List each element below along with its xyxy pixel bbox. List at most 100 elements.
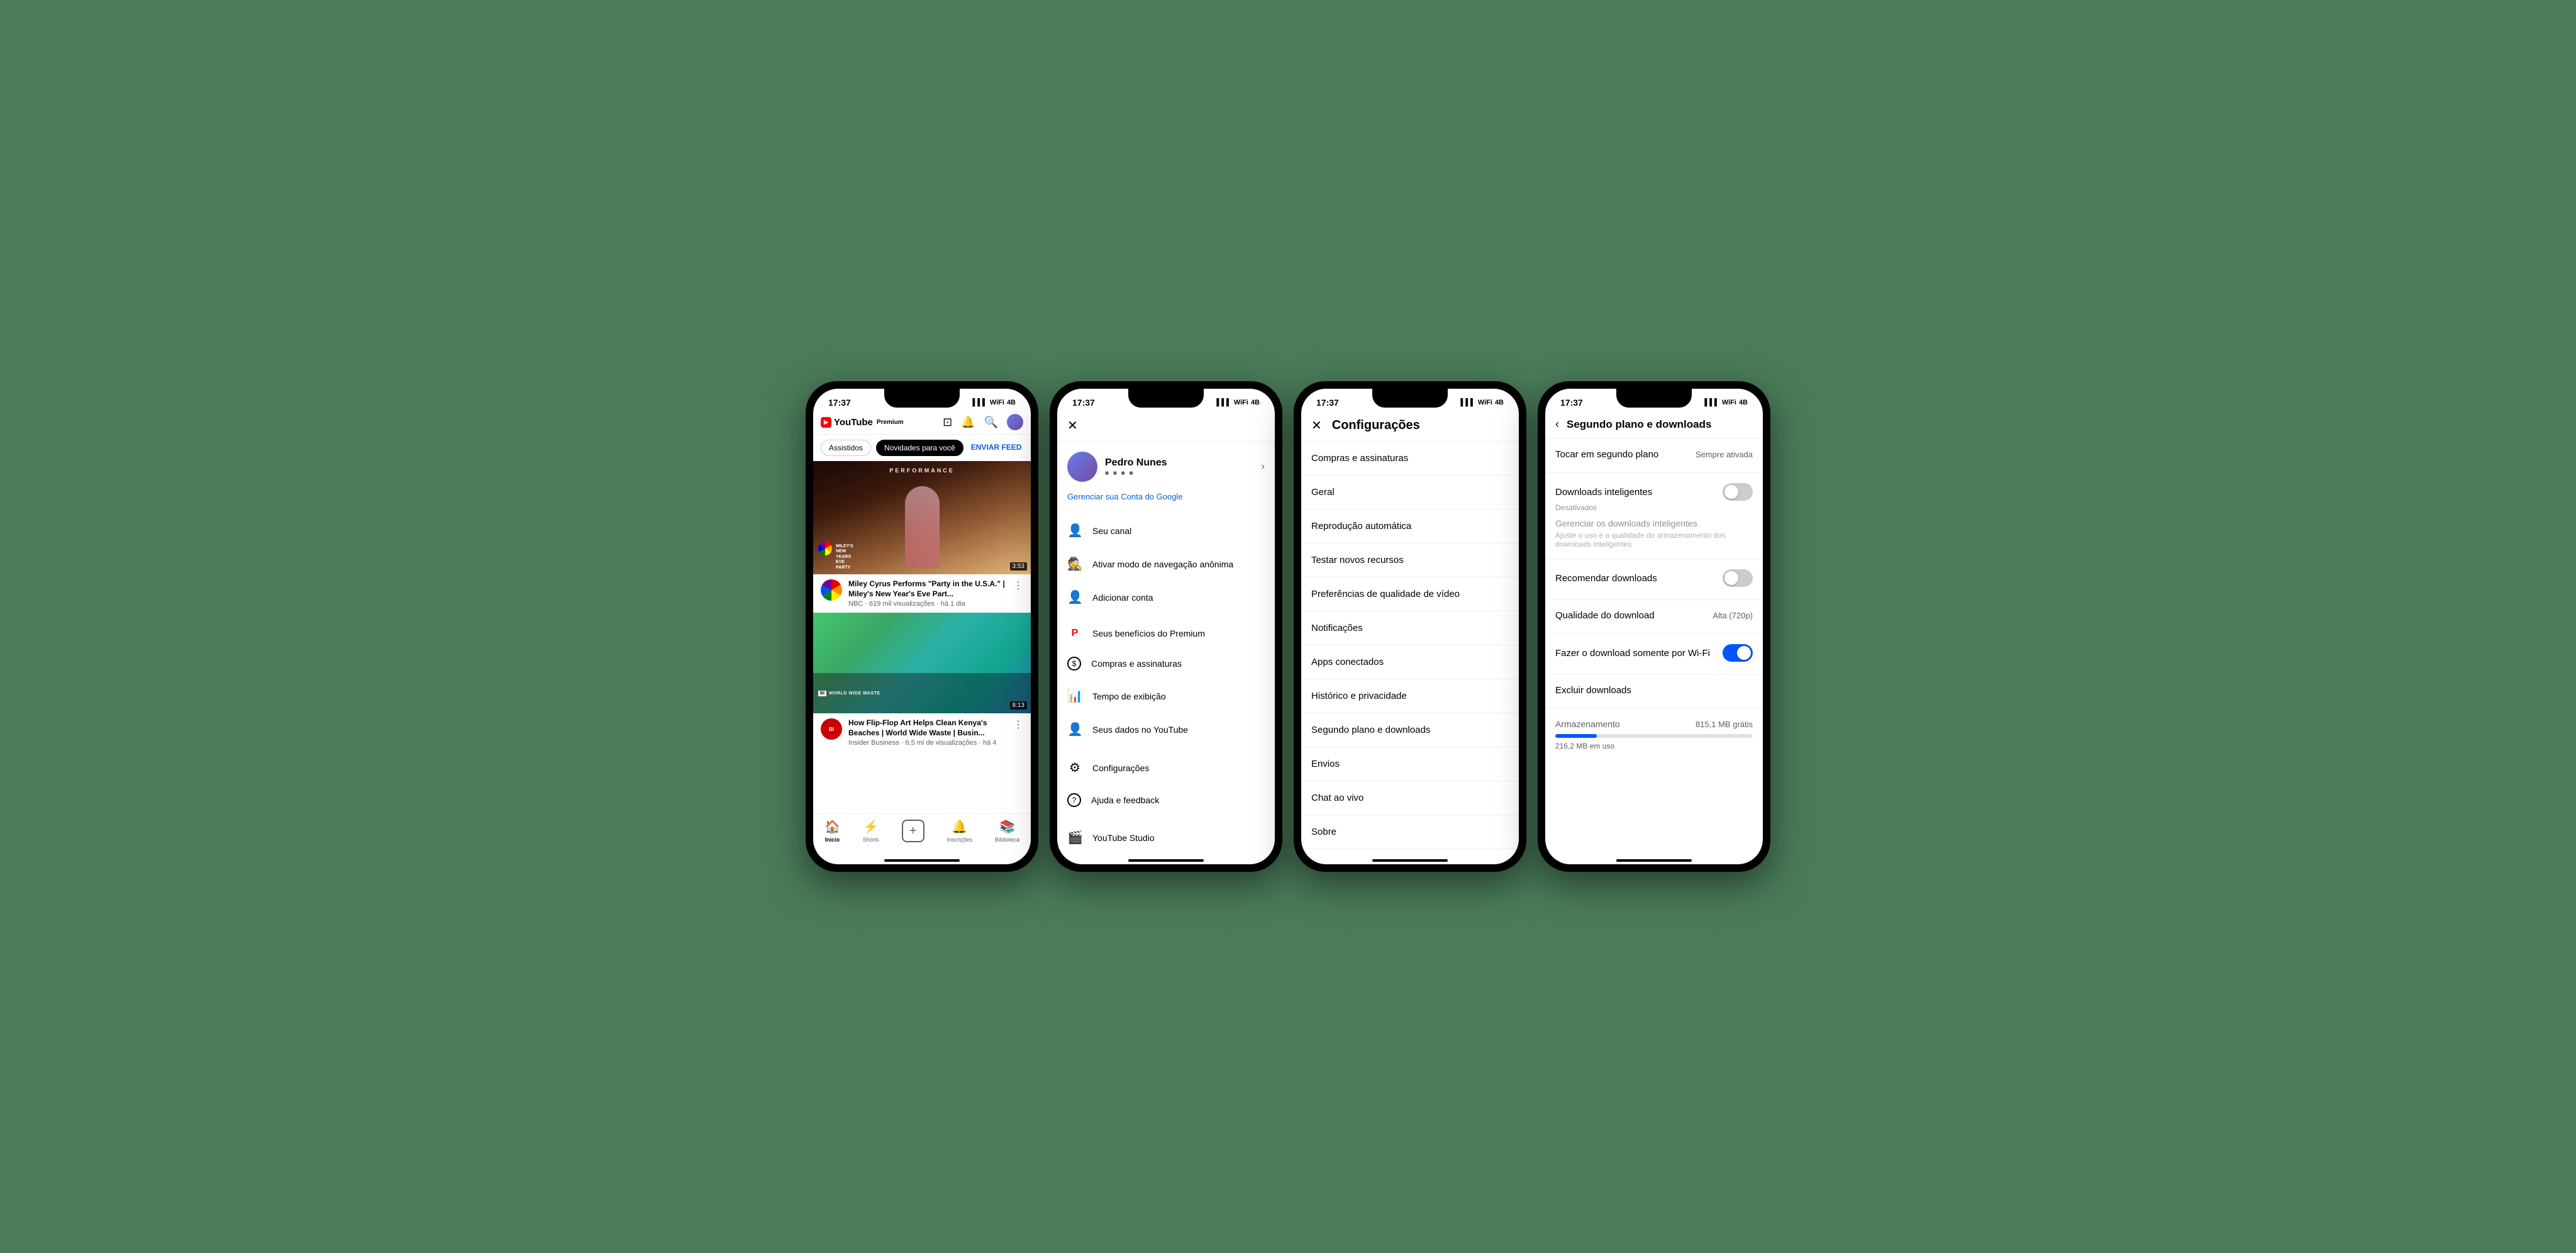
settings-item-purchases[interactable]: Compras e assinaturas bbox=[1301, 442, 1519, 476]
search-icon[interactable]: 🔍 bbox=[984, 416, 998, 429]
menu-item-purchases[interactable]: $ Compras e assinaturas bbox=[1057, 648, 1275, 679]
recommend-downloads-thumb bbox=[1724, 571, 1738, 585]
bg-back-button[interactable]: ‹ bbox=[1555, 418, 1559, 431]
settings-item-background-downloads[interactable]: Segundo plano e downloads bbox=[1301, 713, 1519, 747]
smart-downloads-label: Downloads inteligentes bbox=[1555, 487, 1652, 498]
video-2-thumbnail[interactable]: BI WORLD WIDE WASTE 8:13 bbox=[813, 613, 1031, 713]
menu-item-add-account[interactable]: 👤 Adicionar conta bbox=[1057, 581, 1275, 614]
download-quality-value: Alta (720p) bbox=[1713, 611, 1753, 620]
settings-close-icon[interactable]: ✕ bbox=[1311, 418, 1322, 433]
nav-subscriptions-label: Inscrições bbox=[947, 837, 973, 843]
menu-profile[interactable]: Pedro Nunes ■ ■ ■ ■ › bbox=[1057, 442, 1275, 492]
video-2-more-icon[interactable]: ⋮ bbox=[1013, 718, 1023, 731]
phone-3: 17:37 ▌▌▌ WiFi 4B ✕ Configurações Compra… bbox=[1294, 381, 1526, 872]
battery-icon-3: 4B bbox=[1495, 399, 1504, 406]
menu-item-settings[interactable]: ⚙ Configurações bbox=[1057, 751, 1275, 784]
nbc-branding bbox=[818, 542, 832, 555]
status-icons-1: ▌▌▌ WiFi 4B bbox=[972, 399, 1016, 406]
settings-item-general[interactable]: Geral bbox=[1301, 476, 1519, 510]
notch-4 bbox=[1616, 389, 1692, 408]
chip-novidades[interactable]: Novidades para você bbox=[876, 440, 963, 456]
smart-downloads-sublabel: Desativados bbox=[1555, 503, 1753, 512]
settings-item-live-chat[interactable]: Chat ao vivo bbox=[1301, 781, 1519, 815]
video-2-overlay-text: WORLD WIDE WASTE bbox=[829, 691, 880, 696]
battery-icon-2: 4B bbox=[1251, 399, 1260, 406]
bg-row-download-quality[interactable]: Qualidade do download Alta (720p) bbox=[1545, 600, 1763, 634]
settings-item-about[interactable]: Sobre bbox=[1301, 815, 1519, 849]
play-background-value: Sempre ativada bbox=[1696, 450, 1753, 459]
smart-downloads-toggle[interactable] bbox=[1723, 483, 1753, 501]
bg-row-smart-downloads: Downloads inteligentes Desativados Geren… bbox=[1545, 473, 1763, 559]
video-2-duration: 8:13 bbox=[1010, 701, 1027, 710]
notch-1 bbox=[884, 389, 960, 408]
nbc-channel-avatar[interactable] bbox=[821, 579, 842, 601]
menu-item-premium[interactable]: P Seus benefícios do Premium bbox=[1057, 619, 1275, 648]
bell-icon[interactable]: 🔔 bbox=[961, 416, 975, 429]
nav-library[interactable]: 📚 Biblioteca bbox=[995, 819, 1019, 843]
video-1-sub: NBC · 619 mil visualizações · há 1 dia bbox=[848, 600, 1007, 608]
video-2-meta: How Flip-Flop Art Helps Clean Kenya's Be… bbox=[848, 718, 1007, 747]
settings-item-connected-apps[interactable]: Apps conectados bbox=[1301, 645, 1519, 679]
nav-add[interactable]: + bbox=[902, 820, 924, 842]
yt-bottom-nav: 🏠 Início ⚡ Shorts + 🔔 Inscrições 📚 Bibli… bbox=[813, 813, 1031, 855]
menu-item-watch-time[interactable]: 📊 Tempo de exibição bbox=[1057, 679, 1275, 713]
menu-item-studio[interactable]: 🎬 YouTube Studio bbox=[1057, 821, 1275, 854]
status-time-2: 17:37 bbox=[1072, 398, 1095, 408]
wifi-only-label: Fazer o download somente por Wi-Fi bbox=[1555, 648, 1710, 659]
settings-title: Configurações bbox=[1332, 418, 1420, 433]
menu-label-incognito: Ativar modo de navegação anônima bbox=[1092, 559, 1233, 569]
menu-header: ✕ bbox=[1057, 410, 1275, 442]
yt-hero-thumbnail[interactable]: PERFORMANCE MILEY'S NEW YEARS EVE bbox=[813, 461, 1031, 574]
status-icons-3: ▌▌▌ WiFi 4B bbox=[1460, 399, 1504, 406]
chip-enviar[interactable]: ENVIAR FEED bbox=[969, 440, 1024, 456]
play-background-label: Tocar em segundo plano bbox=[1555, 449, 1658, 460]
menu-item-music[interactable]: 🎵 YouTube Music bbox=[1057, 854, 1275, 855]
menu-item-help[interactable]: ? Ajuda e feedback bbox=[1057, 784, 1275, 816]
menu-label-data: Seus dados no YouTube bbox=[1092, 725, 1188, 735]
close-button[interactable]: ✕ bbox=[1067, 418, 1078, 433]
menu-item-channel[interactable]: 👤 Seu canal bbox=[1057, 514, 1275, 547]
menu-label-settings: Configurações bbox=[1092, 763, 1149, 773]
video-1-more-icon[interactable]: ⋮ bbox=[1013, 579, 1023, 592]
recommend-downloads-toggle[interactable] bbox=[1723, 569, 1753, 587]
add-account-icon: 👤 bbox=[1067, 589, 1082, 605]
menu-item-data[interactable]: 👤 Seus dados no YouTube bbox=[1057, 713, 1275, 746]
settings-item-notifications[interactable]: Notificações bbox=[1301, 611, 1519, 645]
cast-icon[interactable]: ⊡ bbox=[943, 416, 952, 429]
bi-channel-avatar[interactable]: BI bbox=[821, 718, 842, 740]
settings-item-uploads[interactable]: Envios bbox=[1301, 747, 1519, 781]
nav-subscriptions[interactable]: 🔔 Inscrições bbox=[947, 819, 973, 843]
wifi-only-toggle[interactable] bbox=[1723, 644, 1753, 662]
yt-logo: ▶ YouTube Premium bbox=[821, 417, 904, 428]
chip-assistidos[interactable]: Assistidos bbox=[821, 440, 871, 456]
manage-google-link[interactable]: Gerenciar sua Conta do Google bbox=[1057, 492, 1275, 509]
video-2-title[interactable]: How Flip-Flop Art Helps Clean Kenya's Be… bbox=[848, 718, 1007, 738]
video-1-title[interactable]: Miley Cyrus Performs "Party in the U.S.A… bbox=[848, 579, 1007, 599]
watch-time-icon: 📊 bbox=[1067, 688, 1082, 704]
help-icon: ? bbox=[1067, 793, 1081, 807]
status-time-4: 17:37 bbox=[1560, 398, 1583, 408]
settings-item-video-quality[interactable]: Preferências de qualidade de vídeo bbox=[1301, 577, 1519, 611]
storage-section: Armazenamento 815,1 MB grátis 216,2 MB e… bbox=[1545, 709, 1763, 760]
bg-row-delete-downloads[interactable]: Excluir downloads bbox=[1545, 675, 1763, 709]
settings-item-history-privacy[interactable]: Histórico e privacidade bbox=[1301, 679, 1519, 713]
hero-duration: 3:53 bbox=[1010, 562, 1027, 571]
channel-icon: 👤 bbox=[1067, 523, 1082, 538]
settings-icon: ⚙ bbox=[1067, 760, 1082, 776]
add-icon[interactable]: + bbox=[902, 820, 924, 842]
settings-item-test-features[interactable]: Testar novos recursos bbox=[1301, 543, 1519, 577]
avatar-icon[interactable] bbox=[1007, 414, 1023, 430]
purchases-icon: $ bbox=[1067, 657, 1081, 671]
nav-home[interactable]: 🏠 Início bbox=[824, 819, 840, 843]
menu-label-help: Ajuda e feedback bbox=[1091, 795, 1159, 805]
menu-item-incognito[interactable]: 🕵 Ativar modo de navegação anônima bbox=[1057, 547, 1275, 581]
profile-arrow-icon: › bbox=[1262, 461, 1265, 472]
nav-shorts[interactable]: ⚡ Shorts bbox=[863, 819, 879, 843]
manage-smart-label: Gerenciar os downloads inteligentes bbox=[1555, 518, 1753, 528]
menu-label-purchases: Compras e assinaturas bbox=[1091, 659, 1182, 669]
settings-item-autoplay[interactable]: Reprodução automática bbox=[1301, 510, 1519, 543]
yt-feed: PERFORMANCE MILEY'S NEW YEARS EVE bbox=[813, 461, 1031, 813]
yt-header: ▶ YouTube Premium ⊡ 🔔 🔍 bbox=[813, 410, 1031, 435]
signal-icon-2: ▌▌▌ bbox=[1216, 399, 1231, 406]
yt-header-icons: ⊡ 🔔 🔍 bbox=[943, 414, 1023, 430]
